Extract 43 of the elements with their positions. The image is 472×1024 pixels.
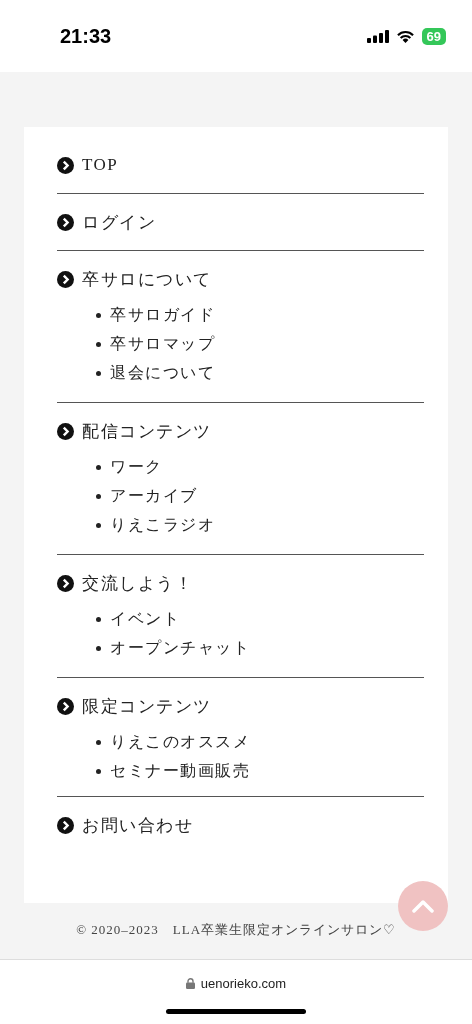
submenu-link[interactable]: オープンチャット (110, 638, 250, 659)
menu-link[interactable]: 限定コンテンツ (82, 694, 212, 718)
submenu-link[interactable]: 卒サロガイド (110, 305, 215, 326)
submenu-link[interactable]: りえこのオススメ (110, 732, 250, 753)
bullet-icon (96, 465, 101, 470)
copyright-text: © 2020–2023 LLA卒業生限定オンラインサロン♡ (75, 921, 397, 939)
bullet-icon (96, 371, 101, 376)
signal-icon (366, 29, 389, 43)
chevron-right-icon (57, 574, 74, 592)
menu-link[interactable]: TOP (82, 155, 119, 175)
chevron-right-icon (57, 816, 74, 834)
bullet-icon (96, 769, 101, 774)
bullet-icon (96, 342, 101, 347)
bullet-icon (96, 740, 101, 745)
menu-link[interactable]: 交流しよう！ (82, 571, 193, 595)
chevron-up-icon (411, 899, 435, 913)
submenu-link[interactable]: りえこラジオ (110, 515, 215, 536)
submenu-link[interactable]: アーカイブ (110, 486, 198, 507)
menu-link[interactable]: 卒サロについて (82, 267, 212, 291)
submenu-link[interactable]: 卒サロマップ (110, 334, 215, 355)
menu-link[interactable]: お問い合わせ (82, 813, 193, 837)
chevron-right-icon (57, 213, 74, 231)
status-time: 21:33 (60, 24, 112, 48)
chevron-right-icon (57, 422, 74, 440)
submenu-link[interactable]: イベント (110, 609, 180, 630)
bullet-icon (96, 646, 101, 651)
submenu-link[interactable]: 退会について (110, 363, 215, 384)
chevron-right-icon (57, 156, 74, 174)
submenu-link[interactable]: ワーク (110, 457, 163, 478)
lock-icon (185, 978, 195, 989)
bullet-icon (96, 523, 101, 528)
url-text[interactable]: uenorieko.com (200, 976, 287, 991)
chevron-right-icon (57, 697, 74, 715)
menu-link[interactable]: 配信コンテンツ (82, 419, 212, 443)
wifi-icon (395, 29, 415, 43)
submenu-link[interactable]: セミナー動画販売 (110, 761, 250, 782)
bullet-icon (96, 494, 101, 499)
bullet-icon (96, 313, 101, 318)
menu-link[interactable]: ログイン (82, 210, 156, 234)
battery-icon: 69 (421, 27, 446, 45)
chevron-right-icon (57, 270, 74, 288)
bullet-icon (96, 617, 101, 622)
scroll-top-button[interactable] (398, 881, 448, 931)
